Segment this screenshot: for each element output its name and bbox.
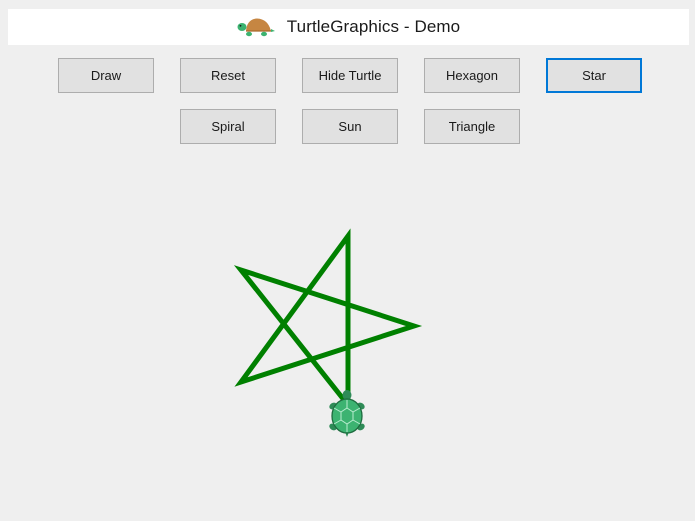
hide-turtle-button[interactable]: Hide Turtle bbox=[302, 58, 398, 93]
turtle-cursor-icon bbox=[329, 390, 365, 437]
drawing-canvas[interactable] bbox=[0, 150, 695, 521]
spiral-button[interactable]: Spiral bbox=[180, 109, 276, 144]
star-button[interactable]: Star bbox=[546, 58, 642, 93]
triangle-button[interactable]: Triangle bbox=[424, 109, 520, 144]
sun-button[interactable]: Sun bbox=[302, 109, 398, 144]
title-bar: TurtleGraphics - Demo bbox=[8, 9, 689, 45]
window-title: TurtleGraphics - Demo bbox=[286, 17, 461, 36]
reset-button[interactable]: Reset bbox=[180, 58, 276, 93]
app-window: TurtleGraphics - Demo Draw Reset Hide Tu… bbox=[0, 0, 695, 521]
draw-button[interactable]: Draw bbox=[58, 58, 154, 93]
turtle-icon bbox=[237, 16, 275, 38]
star-drawing bbox=[233, 228, 423, 408]
hexagon-button[interactable]: Hexagon bbox=[424, 58, 520, 93]
